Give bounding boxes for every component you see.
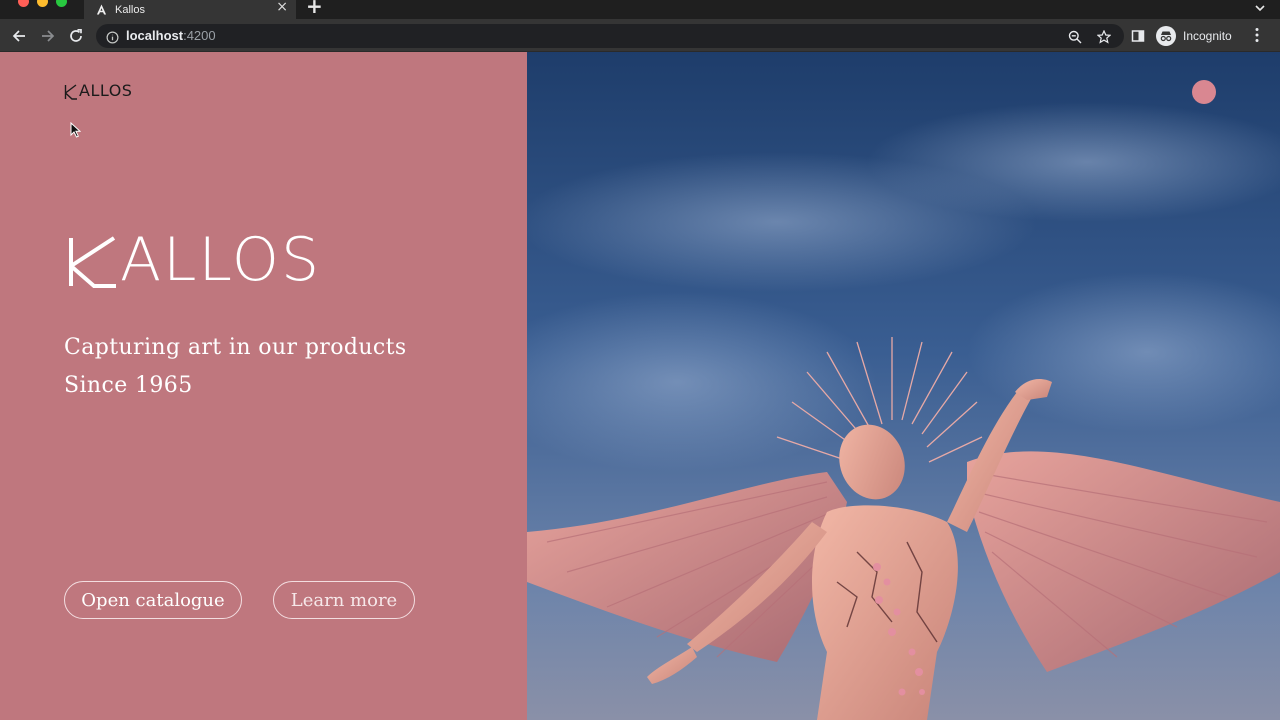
zoom-window-button[interactable] xyxy=(56,0,67,7)
nav-logo[interactable]: ALLOS xyxy=(64,82,132,100)
hero-tagline: Capturing art in our products Since 1965 xyxy=(64,329,407,405)
window-controls xyxy=(18,0,67,7)
accent-dot[interactable] xyxy=(1192,80,1216,104)
nav-logo-text: ALLOS xyxy=(79,81,133,100)
tagline-line-1: Capturing art in our products xyxy=(64,335,407,360)
open-catalogue-button[interactable]: Open catalogue xyxy=(64,581,242,619)
browser-menu-icon[interactable] xyxy=(1254,27,1260,47)
profile-label: Incognito xyxy=(1183,29,1232,43)
hero-image xyxy=(527,52,1280,720)
incognito-icon xyxy=(1156,26,1176,46)
learn-more-button[interactable]: Learn more xyxy=(273,581,415,619)
hero-logo-text: ALLOS xyxy=(120,225,322,295)
hero-logo: ALLOS xyxy=(68,225,322,295)
mouse-cursor-icon xyxy=(70,121,82,142)
close-window-button[interactable] xyxy=(18,0,29,7)
incognito-profile-button[interactable]: Incognito xyxy=(1156,24,1232,48)
tab-title: Kallos xyxy=(115,3,145,16)
kallos-k-mark-large-icon xyxy=(69,236,116,288)
new-tab-button[interactable]: + xyxy=(306,0,323,16)
page-viewport: ALLOS ALLOS Capturing art in our product… xyxy=(0,52,1280,720)
url-host: localhost xyxy=(126,28,184,43)
browser-tab[interactable]: Kallos × xyxy=(84,0,296,19)
back-arrow-icon[interactable] xyxy=(9,26,29,46)
tagline-line-2: Since 1965 xyxy=(64,373,193,398)
sculpture-figure-with-pink-wings-and-blossoms-icon xyxy=(527,52,1280,720)
reload-icon[interactable] xyxy=(66,26,86,46)
side-panel-icon[interactable] xyxy=(1128,26,1148,46)
browser-tabstrip: Kallos × + xyxy=(0,0,1280,19)
forward-arrow-icon[interactable] xyxy=(38,26,58,46)
site-info-icon[interactable] xyxy=(106,29,119,48)
angular-icon xyxy=(95,4,107,16)
minimize-window-button[interactable] xyxy=(37,0,48,7)
bookmark-star-icon[interactable] xyxy=(1096,29,1112,48)
hero-left-panel: ALLOS ALLOS Capturing art in our product… xyxy=(0,52,527,720)
browser-toolbar: localhost:4200 Incognito xyxy=(0,19,1280,52)
zoom-icon[interactable] xyxy=(1068,29,1082,48)
url-text: localhost:4200 xyxy=(126,28,216,43)
tab-search-chevron-icon[interactable] xyxy=(1254,0,1266,19)
tab-close-icon[interactable]: × xyxy=(276,0,288,15)
address-bar[interactable]: localhost:4200 xyxy=(96,24,1124,48)
url-port: :4200 xyxy=(183,28,216,43)
kallos-k-mark-icon xyxy=(64,84,77,100)
